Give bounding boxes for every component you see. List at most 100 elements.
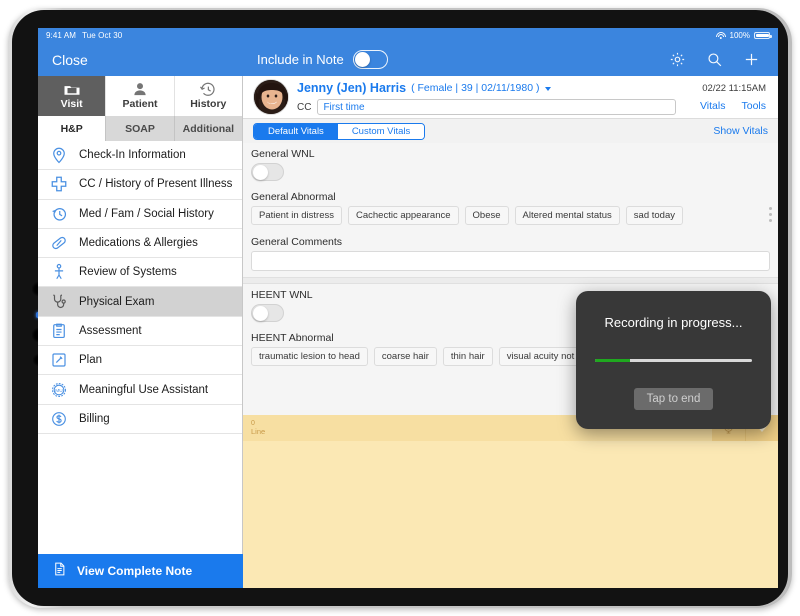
- general-abnormal-chips: Patient in distress Cachectic appearance…: [243, 206, 778, 231]
- tools-link[interactable]: Tools: [741, 100, 766, 112]
- tab-history-label: History: [190, 98, 227, 110]
- general-wnl-toggle[interactable]: [251, 163, 284, 181]
- subtab-hp[interactable]: H&P: [38, 116, 107, 141]
- sidebar-item-med-fam-social-history[interactable]: Med / Fam / Social History: [38, 199, 242, 229]
- dollar-circle-icon: [50, 410, 68, 428]
- close-button[interactable]: Close: [38, 52, 243, 68]
- sidebar-item-meaningful-use-assistant[interactable]: MU Meaningful Use Assistant: [38, 375, 242, 405]
- stethoscope-icon: [50, 293, 68, 311]
- sidebar-item-plan[interactable]: Plan: [38, 346, 242, 376]
- tab-history[interactable]: History: [174, 76, 242, 116]
- sidebar-item-label: CC / History of Present Illness: [79, 178, 233, 191]
- sidebar-item-review-of-systems[interactable]: Review of Systems: [38, 258, 242, 288]
- recording-progress-fill: [595, 359, 630, 362]
- view-complete-note-label: View Complete Note: [77, 564, 193, 578]
- dictation-text-area[interactable]: [243, 441, 778, 588]
- section-divider: [243, 277, 778, 284]
- sidebar-item-label: Meaningful Use Assistant: [79, 383, 209, 396]
- plus-icon[interactable]: [743, 51, 760, 68]
- top-navbar: Close Include in Note: [38, 43, 778, 76]
- tap-to-end-button[interactable]: Tap to end: [633, 388, 714, 410]
- patient-name[interactable]: Jenny (Jen) Harris: [297, 81, 406, 95]
- location-pin-icon: [50, 146, 68, 164]
- vitals-link[interactable]: Vitals: [700, 100, 726, 112]
- tab-patient-label: Patient: [122, 98, 158, 110]
- wifi-icon: [715, 31, 726, 40]
- chip[interactable]: Obese: [464, 206, 509, 225]
- mu-badge-icon: MU: [50, 381, 68, 399]
- app-screen: 9:41 AM Tue Oct 30 100% Close Include in…: [38, 28, 778, 588]
- dictation-panel: 0 Line: [243, 415, 778, 588]
- screenshot-root: 9:41 AM Tue Oct 30 100% Close Include in…: [0, 0, 800, 616]
- dictation-line-label: Line: [251, 426, 266, 436]
- sidebar-top-tabs: Visit Patient History: [38, 76, 242, 116]
- gear-icon[interactable]: [669, 51, 686, 68]
- tab-patient[interactable]: Patient: [106, 76, 175, 116]
- general-wnl-label: General WNL: [251, 148, 315, 160]
- chip[interactable]: Altered mental status: [514, 206, 620, 225]
- body-icon: [50, 263, 68, 281]
- medical-cross-icon: [50, 175, 68, 193]
- sidebar-sub-tabs: H&P SOAP Additional: [38, 116, 242, 141]
- tab-custom-vitals[interactable]: Custom Vitals: [337, 123, 425, 139]
- sidebar-item-physical-exam[interactable]: Physical Exam: [38, 287, 242, 317]
- person-icon: [131, 82, 149, 97]
- chip[interactable]: sad today: [625, 206, 683, 225]
- avatar[interactable]: [253, 79, 289, 115]
- pill-icon: [50, 234, 68, 252]
- cc-input[interactable]: First time: [317, 99, 676, 115]
- clipboard-icon: [50, 322, 68, 340]
- heent-wnl-toggle[interactable]: [251, 304, 284, 322]
- chip[interactable]: coarse hair: [373, 347, 437, 366]
- subtab-additional[interactable]: Additional: [174, 116, 242, 141]
- include-in-note-toggle[interactable]: [352, 50, 388, 69]
- section-drag-handle[interactable]: [769, 207, 772, 222]
- recording-modal: Recording in progress... Tap to end: [576, 291, 771, 429]
- vitals-segmented-control: Default Vitals Custom Vitals: [253, 122, 426, 140]
- sidebar-item-check-in-information[interactable]: Check-In Information: [38, 141, 242, 171]
- status-bar: 9:41 AM Tue Oct 30 100%: [38, 28, 778, 43]
- svg-text:MU: MU: [55, 387, 63, 393]
- recording-progress-bar: [595, 359, 752, 362]
- visit-timestamp: 02/22 11:15AM: [702, 82, 766, 94]
- sidebar-item-label: Medications & Allergies: [79, 237, 198, 250]
- clock-history-icon: [199, 82, 217, 97]
- folder-icon: [63, 82, 81, 97]
- chip[interactable]: Patient in distress: [251, 206, 342, 225]
- tab-visit[interactable]: Visit: [38, 76, 107, 116]
- status-time: 9:41 AM: [46, 31, 77, 40]
- general-comments-label: General Comments: [251, 236, 343, 248]
- dictation-line-counter: 0 Line: [243, 420, 265, 435]
- cc-label: CC: [297, 101, 312, 113]
- battery-percent: 100%: [729, 31, 750, 40]
- sidebar-item-label: Billing: [79, 412, 110, 425]
- document-icon: [52, 561, 67, 582]
- subtab-soap[interactable]: SOAP: [106, 116, 175, 141]
- sidebar-menu: Check-In Information CC / History of Pre…: [38, 141, 242, 552]
- general-abnormal-label: General Abnormal: [251, 191, 336, 203]
- sidebar-item-label: Plan: [79, 354, 103, 367]
- main-content: Jenny (Jen) Harris ( Female | 39 | 02/11…: [243, 76, 778, 588]
- view-complete-note-button[interactable]: View Complete Note: [38, 554, 243, 588]
- tab-visit-label: Visit: [60, 98, 83, 110]
- sidebar-item-label: Review of Systems: [79, 266, 177, 279]
- recording-modal-title: Recording in progress...: [604, 315, 743, 330]
- sidebar-item-label: Check-In Information: [79, 149, 186, 162]
- chip[interactable]: traumatic lesion to head: [251, 347, 368, 366]
- chip[interactable]: Cachectic appearance: [347, 206, 459, 225]
- search-icon[interactable]: [706, 51, 723, 68]
- include-in-note-label: Include in Note: [257, 52, 344, 67]
- sidebar-item-medications-allergies[interactable]: Medications & Allergies: [38, 228, 242, 259]
- vitals-tab-bar: Default Vitals Custom Vitals Show Vitals: [243, 119, 778, 143]
- patient-meta: ( Female | 39 | 02/11/1980 ): [411, 81, 540, 94]
- sidebar-item-billing[interactable]: Billing: [38, 404, 242, 434]
- pen-note-icon: [50, 351, 68, 369]
- chip[interactable]: thin hair: [442, 347, 493, 366]
- tab-default-vitals[interactable]: Default Vitals: [254, 123, 338, 139]
- sidebar-item-cc-history-of-present-illness[interactable]: CC / History of Present Illness: [38, 170, 242, 200]
- show-vitals-link[interactable]: Show Vitals: [713, 125, 768, 137]
- sidebar-item-assessment[interactable]: Assessment: [38, 316, 242, 347]
- general-comments-input[interactable]: [251, 251, 770, 271]
- sidebar-item-label: Med / Fam / Social History: [79, 207, 214, 220]
- chevron-down-icon[interactable]: [544, 87, 551, 91]
